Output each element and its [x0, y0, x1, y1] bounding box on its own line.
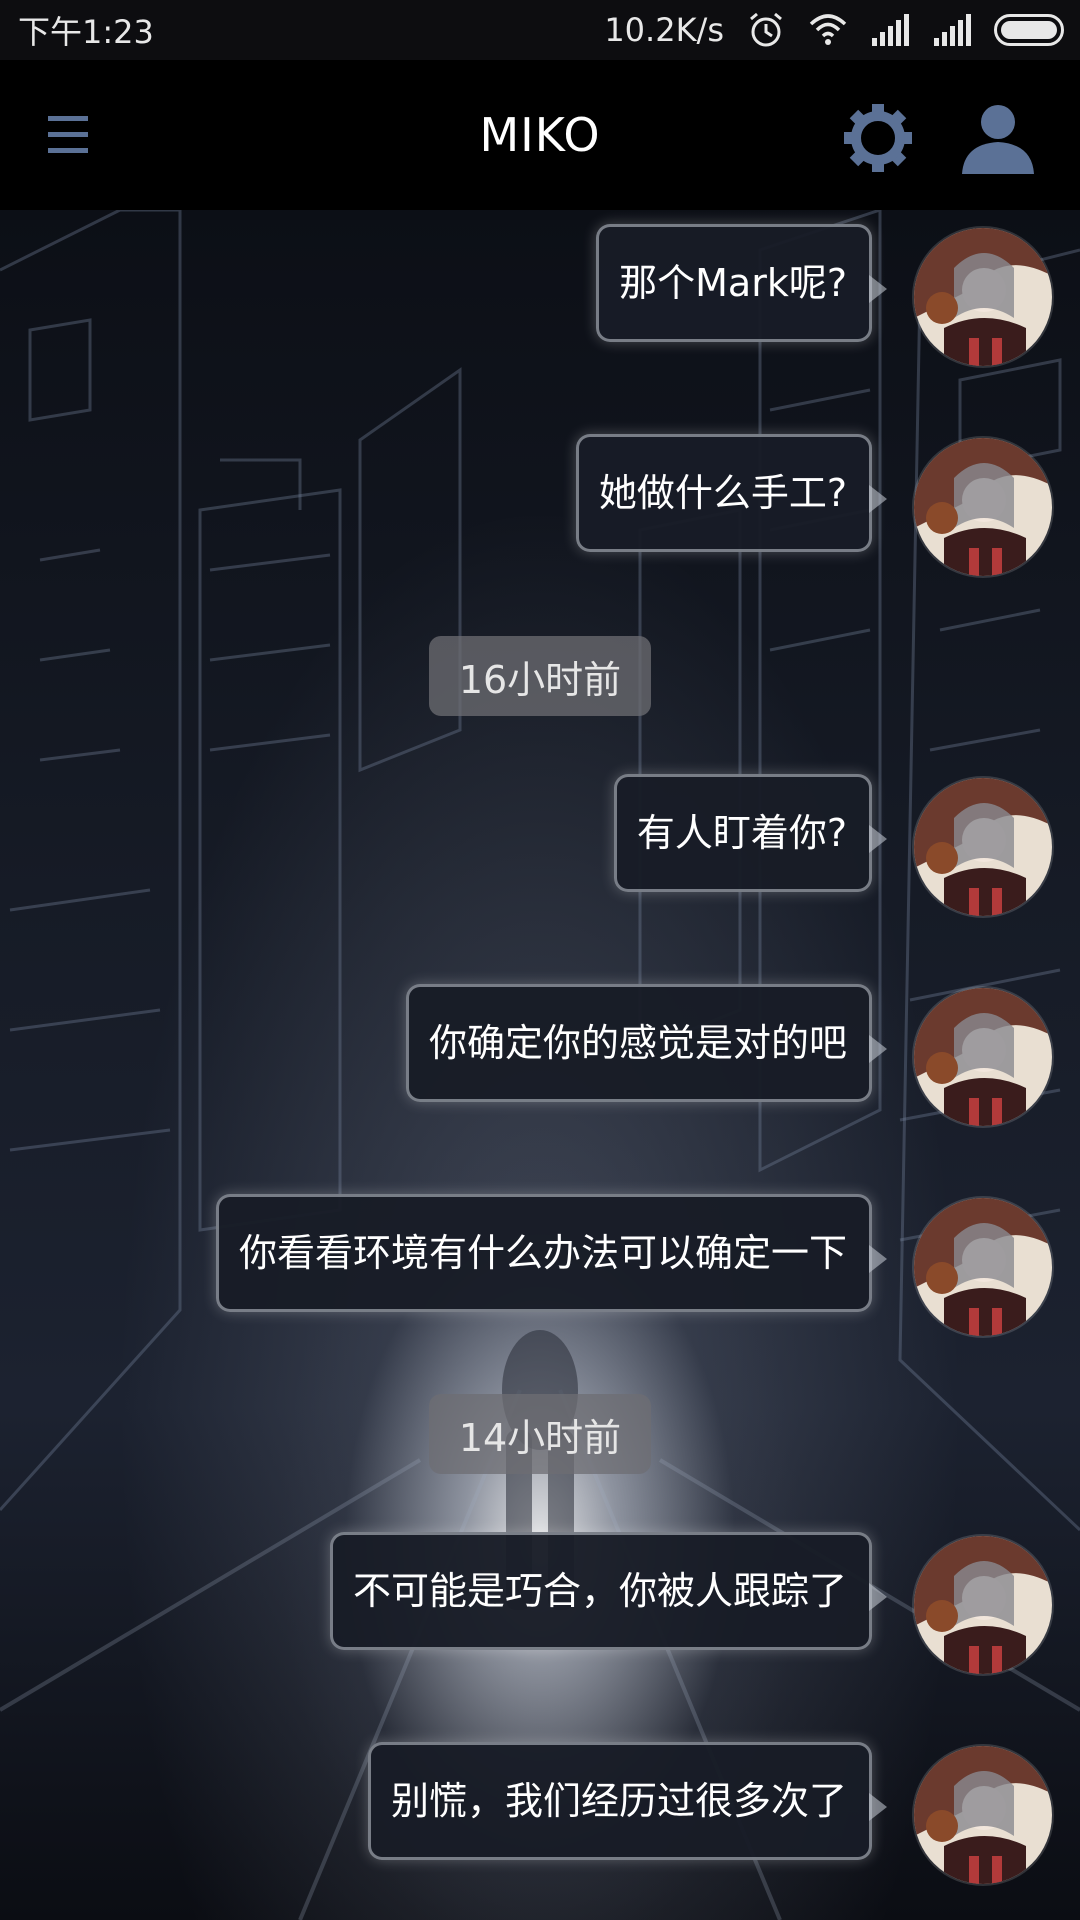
avatar-image	[914, 778, 1052, 916]
page-title: MIKO	[479, 108, 601, 162]
chat-area[interactable]: 那个Mark呢? 她做什么手工? 16小时前 有人盯着你? 你确定你的感觉是对的…	[0, 210, 1080, 1920]
message-text: 别慌，我们经历过很多次了	[390, 1779, 847, 1823]
message-text: 你看看环境有什么办法可以确定一下	[238, 1231, 847, 1275]
gear-icon[interactable]	[838, 98, 918, 178]
avatar-image	[914, 1198, 1052, 1336]
message-bubble[interactable]: 你看看环境有什么办法可以确定一下	[215, 1194, 888, 1312]
wifi-icon	[809, 14, 847, 45]
timestamp-chip: 16小时前	[429, 636, 651, 716]
message-text: 有人盯着你?	[636, 811, 847, 855]
status-bar: 下午1:23 10.2K/s	[0, 0, 1080, 60]
timestamp-text: 16小时前	[458, 657, 622, 702]
avatar-image	[914, 988, 1052, 1126]
avatar[interactable]	[912, 986, 1054, 1128]
message-bubble[interactable]: 她做什么手工?	[575, 434, 888, 552]
avatar-image	[914, 228, 1052, 366]
avatar-image	[914, 438, 1052, 576]
avatar[interactable]	[912, 776, 1054, 918]
battery-icon	[994, 14, 1064, 46]
avatar[interactable]	[912, 1196, 1054, 1338]
status-right: 10.2K/s	[604, 10, 1064, 50]
avatar-image	[914, 1746, 1052, 1884]
net-speed: 10.2K/s	[604, 11, 724, 49]
avatar[interactable]	[912, 436, 1054, 578]
timestamp-chip: 14小时前	[429, 1394, 651, 1474]
message-bubble[interactable]: 你确定你的感觉是对的吧	[405, 984, 888, 1102]
avatar[interactable]	[912, 226, 1054, 368]
message-bubble[interactable]: 别慌，我们经历过很多次了	[367, 1742, 888, 1860]
message-text: 她做什么手工?	[598, 471, 847, 515]
signal-icon	[872, 14, 909, 46]
profile-icon[interactable]	[958, 100, 1038, 176]
menu-icon[interactable]	[40, 110, 104, 160]
message-text: 不可能是巧合，你被人跟踪了	[352, 1569, 847, 1613]
timestamp-text: 14小时前	[458, 1415, 622, 1460]
avatar[interactable]	[912, 1744, 1054, 1886]
battery-level	[1001, 21, 1057, 39]
app-bar: MIKO	[0, 60, 1080, 210]
signal-icon	[934, 14, 971, 46]
avatar[interactable]	[912, 1534, 1054, 1676]
message-bubble[interactable]: 不可能是巧合，你被人跟踪了	[329, 1532, 888, 1650]
message-text: 你确定你的感觉是对的吧	[428, 1021, 847, 1065]
message-bubble[interactable]: 那个Mark呢?	[596, 224, 887, 342]
status-time: 下午1:23	[18, 13, 154, 51]
alarm-icon	[750, 12, 782, 47]
avatar-image	[914, 1536, 1052, 1674]
message-text: 那个Mark呢?	[619, 261, 847, 305]
message-bubble[interactable]: 有人盯着你?	[613, 774, 888, 892]
